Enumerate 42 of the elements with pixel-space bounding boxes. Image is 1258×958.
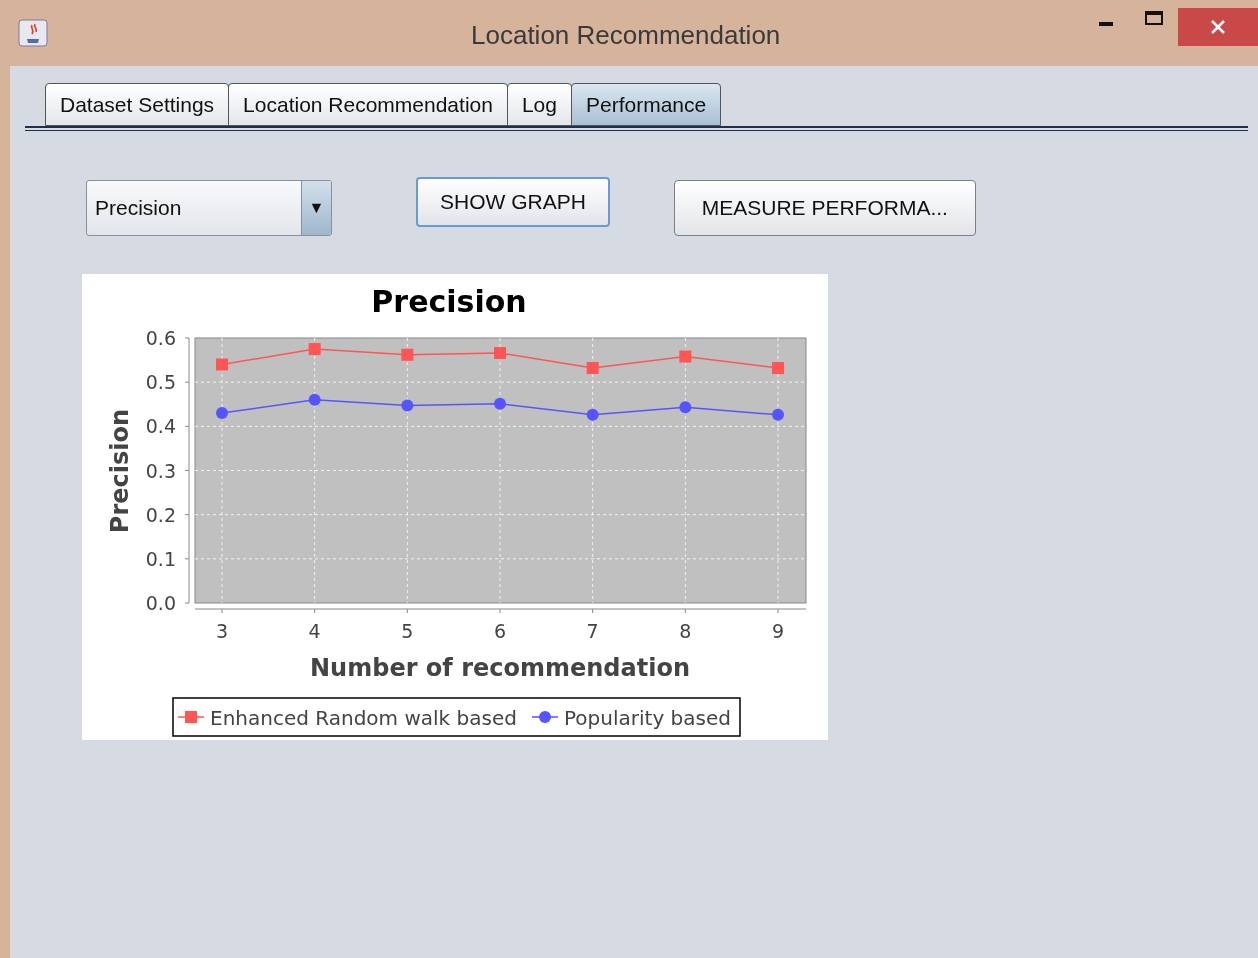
legend-label: Enhanced Random walk based [210,706,517,730]
y-tick-label: 0.0 [145,592,176,614]
x-tick-label: 9 [771,620,785,642]
y-tick-label: 0.2 [145,503,176,526]
maximize-icon [1145,11,1163,25]
data-point [494,397,506,410]
y-tick-label: 0.5 [145,371,176,394]
y-tick-label: 0.3 [145,459,176,482]
x-tick-label: 4 [308,620,321,642]
y-tick-label: 0.4 [145,415,176,438]
data-point [308,393,321,406]
measure-performance-button[interactable]: MEASURE PERFORMA... [673,180,976,236]
metric-dropdown[interactable]: Precision ▼ [86,180,332,236]
coffee-cup-icon [18,19,48,47]
data-point [494,347,506,359]
tab[interactable]: Log [506,83,572,126]
data-point [679,401,692,414]
x-tick-label: 3 [215,620,229,642]
x-tick-label: 7 [586,620,599,642]
data-point [586,408,599,421]
tab[interactable]: Location Recommendation [228,83,508,126]
x-tick-label: 8 [679,620,692,642]
x-tick-label: 6 [493,620,507,642]
show-graph-button[interactable]: SHOW GRAPH [416,177,610,227]
legend-label: Popularity based [564,706,731,730]
data-point [216,407,228,420]
y-axis-title: Precision [106,408,134,534]
x-tick-label: 5 [401,620,414,642]
y-tick-label: 0.1 [145,547,176,570]
close-button[interactable] [1178,8,1258,46]
chart-title: Precision [371,284,527,319]
tab[interactable]: Performance [570,83,722,126]
y-tick-label: 0.6 [145,327,176,349]
tab[interactable]: Dataset Settings [45,83,230,126]
data-point [772,408,784,421]
dropdown-value: Precision [94,195,183,222]
window-title: Location Recommendation [471,22,781,48]
minimize-icon [1099,22,1113,26]
x-axis-title: Number of recommendation [310,654,690,682]
close-icon [1211,20,1225,34]
data-point [772,362,784,375]
data-point [401,399,414,412]
